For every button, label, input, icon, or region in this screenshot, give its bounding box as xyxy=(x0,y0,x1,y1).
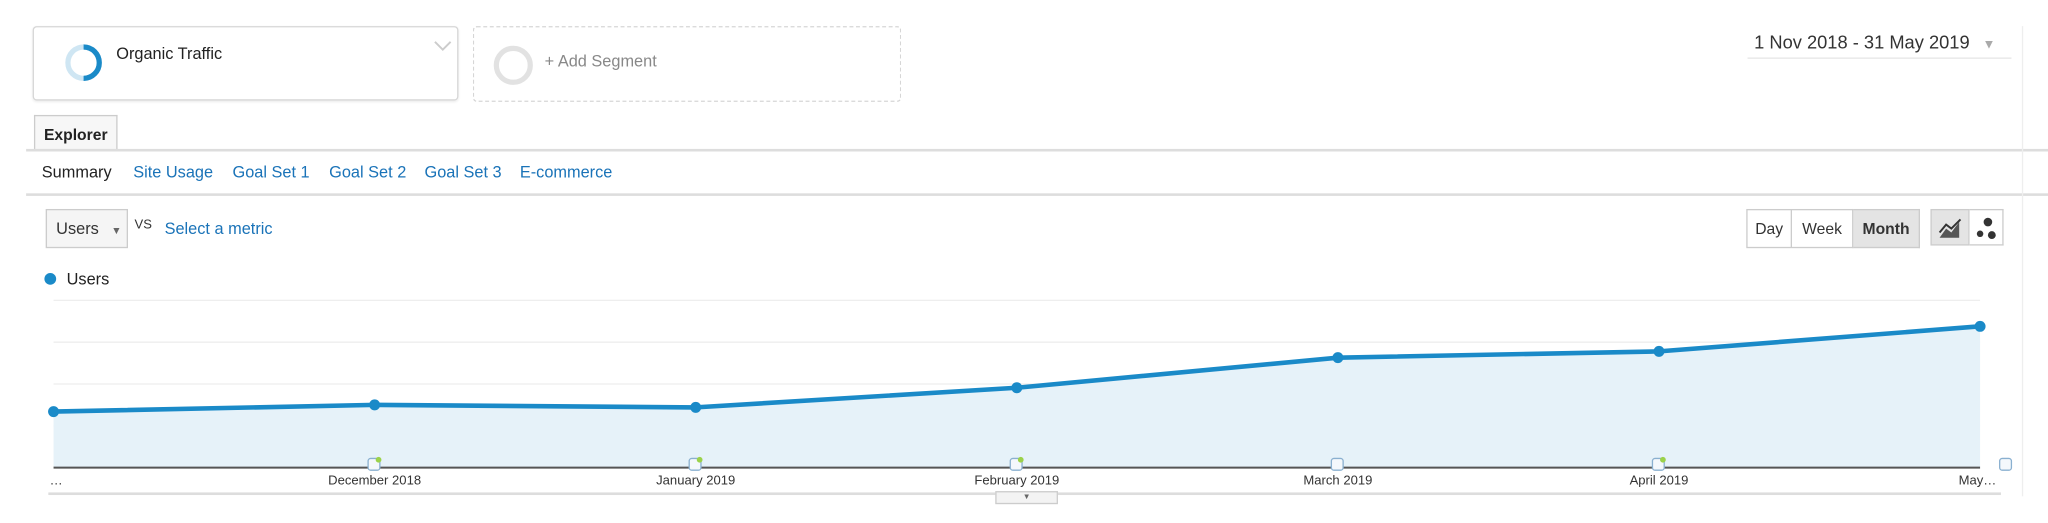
data-point xyxy=(1332,352,1344,364)
annotation-icon[interactable] xyxy=(1651,456,1666,471)
annotation-icon[interactable] xyxy=(1999,457,2013,471)
x-tick-label: February 2019 xyxy=(974,474,1060,489)
x-tick-label: December 2018 xyxy=(328,474,422,489)
x-tick-label: May… xyxy=(1958,474,1997,489)
users-area-chart xyxy=(48,299,2013,471)
divider xyxy=(2021,26,2024,497)
data-point xyxy=(369,399,381,411)
x-tick-label: April 2019 xyxy=(1629,474,1689,489)
data-point xyxy=(690,401,702,413)
annotation-icon[interactable] xyxy=(1009,456,1024,471)
analytics-report: Organic Traffic + Add Segment 1 Nov 2018… xyxy=(0,0,2048,522)
annotation-icon[interactable] xyxy=(688,456,703,471)
chart-resize-handle[interactable]: ▼ xyxy=(995,491,1058,505)
x-tick-label: … xyxy=(49,474,63,489)
data-point xyxy=(1974,320,1986,332)
x-tick-label: March 2019 xyxy=(1303,474,1373,489)
annotation-icon[interactable] xyxy=(1330,457,1344,471)
data-point xyxy=(48,406,60,418)
data-point xyxy=(1011,382,1023,394)
annotation-icon[interactable] xyxy=(367,456,382,471)
data-point xyxy=(1653,345,1665,357)
x-tick-label: January 2019 xyxy=(656,474,736,489)
